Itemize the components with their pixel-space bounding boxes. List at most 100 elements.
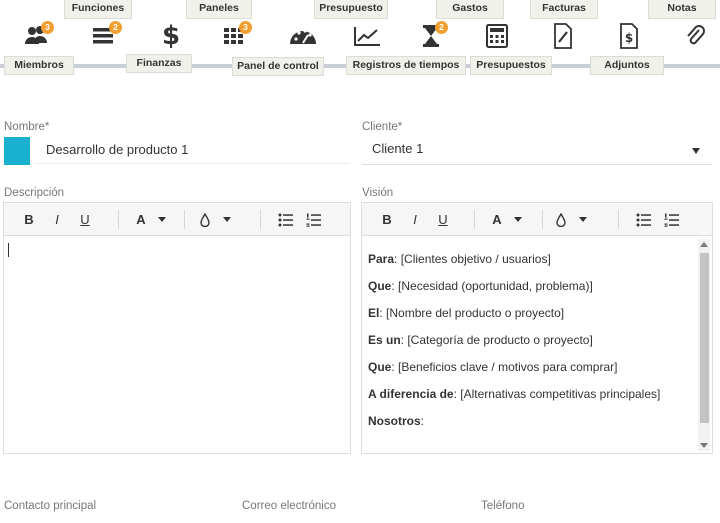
tab-facturas[interactable]: Facturas — [530, 0, 598, 19]
bullet-list-icon — [636, 213, 651, 226]
hourglass-icon[interactable]: 2 — [414, 21, 448, 50]
chevron-down-icon — [513, 217, 522, 222]
vision-line: Es un: [Categoría de producto o proyecto… — [368, 333, 593, 347]
font-color-dropdown[interactable]: A — [126, 203, 176, 236]
calculator-icon[interactable] — [480, 22, 514, 50]
description-toolbar: B I U A — [4, 203, 350, 236]
bullet-list-button[interactable] — [632, 203, 656, 236]
tab-notas[interactable]: Notas — [648, 0, 716, 19]
tab-gastos[interactable]: Gastos — [436, 0, 504, 19]
vision-line: Para: [Clientes objetivo / usuarios] — [368, 252, 551, 266]
numbered-list-icon — [664, 213, 679, 227]
vision-line: Que: [Beneficios clave / motivos para co… — [368, 360, 618, 374]
vision-value: [Necesidad (oportunidad, problema)] — [394, 279, 593, 293]
italic-button[interactable]: I — [404, 203, 426, 236]
vision-label: Visión — [362, 187, 394, 199]
dollar-icon[interactable]: $ — [154, 22, 188, 50]
bold-button[interactable]: B — [376, 203, 398, 236]
numbered-list-icon — [306, 213, 321, 227]
document-edit-icon[interactable] — [546, 22, 580, 50]
paperclip-icon[interactable] — [678, 22, 712, 50]
scroll-thumb[interactable] — [700, 253, 709, 423]
vision-value: [Categoría de producto o proyecto] — [404, 333, 593, 347]
bullet-list-button[interactable] — [274, 203, 298, 236]
email-label: Correo electrónico — [242, 500, 336, 512]
highlight-color-dropdown[interactable] — [190, 203, 240, 236]
vision-key: A diferencia de — [368, 387, 454, 401]
name-label: Nombre* — [4, 121, 50, 133]
client-select-value: Cliente 1 — [372, 141, 424, 156]
vision-key: Nosotros — [368, 414, 421, 428]
drop-icon — [200, 212, 210, 227]
tab-panel-de-control[interactable]: Panel de control — [232, 57, 324, 76]
tab-finanzas[interactable]: Finanzas — [126, 54, 192, 73]
invoice-dollar-icon[interactable]: $ — [612, 22, 646, 50]
invoice-dollar-glyph: $ — [625, 31, 633, 45]
vision-line: Que: [Necesidad (oportunidad, problema)] — [368, 279, 593, 293]
vision-key: Que — [368, 360, 392, 374]
description-editor: B I U A — [3, 202, 351, 454]
list-icon[interactable]: 2 — [88, 21, 122, 50]
vision-toolbar: B I U A — [362, 203, 712, 236]
toolbar-separator — [118, 210, 119, 229]
vision-editor: B I U A Para: [Clientes objetivo / usuar… — [361, 202, 713, 454]
tab-presupuestos[interactable]: Presupuestos — [470, 56, 552, 75]
vision-line: A diferencia de: [Alternativas competiti… — [368, 387, 661, 401]
members-icon[interactable]: 3 — [20, 21, 54, 50]
description-label: Descripción — [4, 187, 65, 199]
vision-value: [Clientes objetivo / usuarios] — [397, 252, 551, 266]
vision-value: [Alternativas competitivas principales] — [456, 387, 661, 401]
tab-miembros[interactable]: Miembros — [4, 56, 74, 75]
vision-text-area[interactable]: Para: [Clientes objetivo / usuarios] Que… — [362, 237, 712, 453]
members-badge: 3 — [41, 21, 54, 34]
font-color-icon: A — [492, 212, 502, 227]
tab-funciones[interactable]: Funciones — [64, 0, 132, 19]
toolbar-separator — [618, 210, 619, 229]
vision-key: Para — [368, 252, 395, 266]
underline-button[interactable]: U — [74, 203, 96, 236]
vision-key: El — [368, 306, 380, 320]
toolbar-separator — [474, 210, 475, 229]
toolbar-separator — [260, 210, 261, 229]
vision-line: Nosotros: — [368, 414, 425, 428]
vision-value: [Nombre del producto o proyecto] — [382, 306, 565, 320]
numbered-list-button[interactable] — [660, 203, 684, 236]
drop-icon — [556, 212, 566, 227]
font-color-dropdown[interactable]: A — [482, 203, 532, 236]
list-badge: 2 — [109, 21, 122, 34]
tab-adjuntos[interactable]: Adjuntos — [590, 56, 664, 75]
description-text-area[interactable] — [4, 237, 350, 453]
highlight-color-dropdown[interactable] — [546, 203, 596, 236]
dashboard-gauge-icon[interactable] — [286, 22, 320, 50]
italic-button[interactable]: I — [46, 203, 68, 236]
client-label: Cliente* — [362, 121, 403, 133]
chevron-down-icon — [157, 217, 166, 222]
scroll-down-icon[interactable] — [700, 443, 708, 448]
hourglass-badge: 2 — [435, 21, 448, 34]
vision-scrollbar[interactable] — [698, 239, 710, 451]
tab-paneles[interactable]: Paneles — [186, 0, 252, 19]
chevron-down-icon — [223, 217, 231, 222]
bold-button[interactable]: B — [18, 203, 40, 236]
scroll-up-icon[interactable] — [700, 242, 708, 247]
project-color-swatch[interactable] — [4, 137, 30, 165]
chevron-down-icon — [579, 217, 587, 222]
chevron-down-icon — [692, 148, 700, 154]
vision-value: [Beneficios clave / motivos para comprar… — [394, 360, 618, 374]
font-color-icon: A — [136, 212, 146, 227]
tab-presupuesto[interactable]: Presupuesto — [314, 0, 388, 19]
line-chart-icon[interactable] — [350, 22, 384, 50]
phone-label: Teléfono — [481, 500, 525, 512]
project-name-input[interactable]: Desarrollo de producto 1 — [36, 138, 350, 164]
toolbar-separator — [184, 210, 185, 229]
dollar-glyph: $ — [161, 21, 181, 51]
project-nav: Funciones Paneles Presupuesto Gastos Fac… — [0, 0, 720, 80]
toolbar-separator — [542, 210, 543, 229]
grid-icon[interactable]: 3 — [218, 21, 252, 50]
underline-button[interactable]: U — [432, 203, 454, 236]
tab-registros-de-tiempos[interactable]: Registros de tiempos — [346, 56, 466, 75]
numbered-list-button[interactable] — [302, 203, 326, 236]
client-select[interactable]: Cliente 1 — [362, 137, 712, 165]
vision-line: El: [Nombre del producto o proyecto] — [368, 306, 565, 320]
vision-key: Es un — [368, 333, 401, 347]
